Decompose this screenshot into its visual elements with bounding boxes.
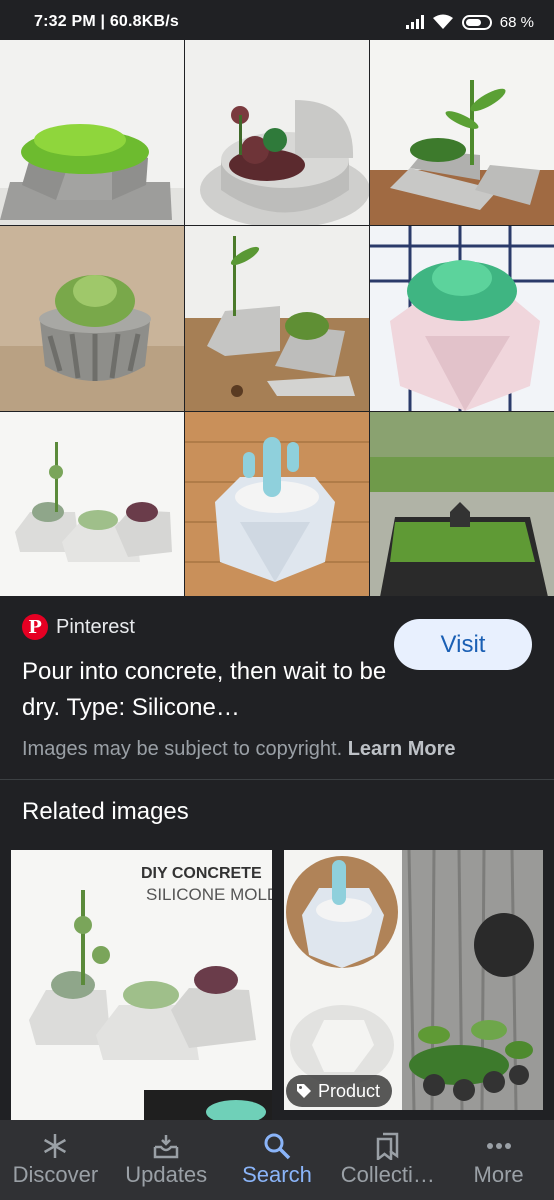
- product-label: Product: [318, 1080, 381, 1101]
- product-chip[interactable]: Product: [286, 1075, 393, 1107]
- grid-image-5[interactable]: [185, 226, 369, 411]
- learn-more-link[interactable]: Learn More: [348, 738, 456, 760]
- nav-search[interactable]: Search: [222, 1120, 333, 1200]
- grid-image-9[interactable]: [370, 412, 554, 597]
- grid-image-2[interactable]: [185, 40, 369, 225]
- result-info-panel: P Pinterest Visit Pour into concrete, th…: [0, 596, 554, 780]
- tag-icon: [297, 1084, 311, 1098]
- source-name: Pinterest: [56, 615, 135, 638]
- copyright-text: Images may be subject to copyright.: [22, 738, 343, 760]
- wifi-icon: [432, 14, 453, 29]
- related-image-1[interactable]: DIY CONCRETE SILICONE MOLD: [11, 850, 272, 1120]
- inbox-icon: [151, 1132, 181, 1160]
- nav-discover[interactable]: Discover: [0, 1120, 111, 1200]
- source-row[interactable]: P Pinterest: [22, 614, 135, 640]
- bottom-navigation: Discover Updates Search Collecti… More: [0, 1120, 554, 1200]
- nav-label-updates: Updates: [125, 1162, 208, 1187]
- image-grid: [0, 40, 554, 597]
- related-card-text-2: SILICONE MOLD: [146, 885, 272, 904]
- nav-label-search: Search: [242, 1162, 312, 1187]
- copyright-notice: Images may be subject to copyright. Lear…: [22, 738, 456, 761]
- battery-icon: [461, 14, 492, 30]
- related-images-heading: Related images: [22, 798, 189, 825]
- nav-updates[interactable]: Updates: [111, 1120, 222, 1200]
- bookmarks-icon: [373, 1132, 403, 1160]
- result-title[interactable]: Pour into concrete, then wait to be dry.…: [22, 654, 392, 726]
- more-dots-icon: [484, 1132, 514, 1160]
- grid-image-4[interactable]: [0, 226, 184, 411]
- status-icons: 68 %: [405, 13, 534, 31]
- divider: [0, 779, 554, 780]
- grid-image-3[interactable]: [370, 40, 554, 225]
- visit-button[interactable]: Visit: [394, 619, 532, 670]
- pinterest-icon: P: [22, 614, 48, 640]
- status-bar: 7:32 PM | 60.8KB/s 68 %: [0, 0, 554, 44]
- nav-label-more: More: [473, 1162, 524, 1187]
- grid-image-1[interactable]: [0, 40, 184, 225]
- nav-collections[interactable]: Collecti…: [332, 1120, 443, 1200]
- grid-image-7[interactable]: [0, 412, 184, 597]
- related-card-text-1: DIY CONCRETE: [141, 865, 262, 882]
- asterisk-icon: [40, 1132, 70, 1160]
- grid-image-8[interactable]: [185, 412, 369, 597]
- nav-label-collections: Collecti…: [340, 1162, 435, 1187]
- status-time-speed: 7:32 PM | 60.8KB/s: [34, 13, 180, 30]
- search-icon: [262, 1132, 292, 1160]
- grid-image-6[interactable]: [370, 226, 554, 411]
- related-images: DIY CONCRETE SILICONE MOLD Product: [0, 850, 554, 1120]
- nav-label-discover: Discover: [12, 1162, 99, 1187]
- related-image-2[interactable]: [284, 850, 543, 1110]
- signal-icon: [405, 15, 424, 29]
- battery-percent: 68 %: [499, 13, 534, 31]
- nav-more[interactable]: More: [443, 1120, 554, 1200]
